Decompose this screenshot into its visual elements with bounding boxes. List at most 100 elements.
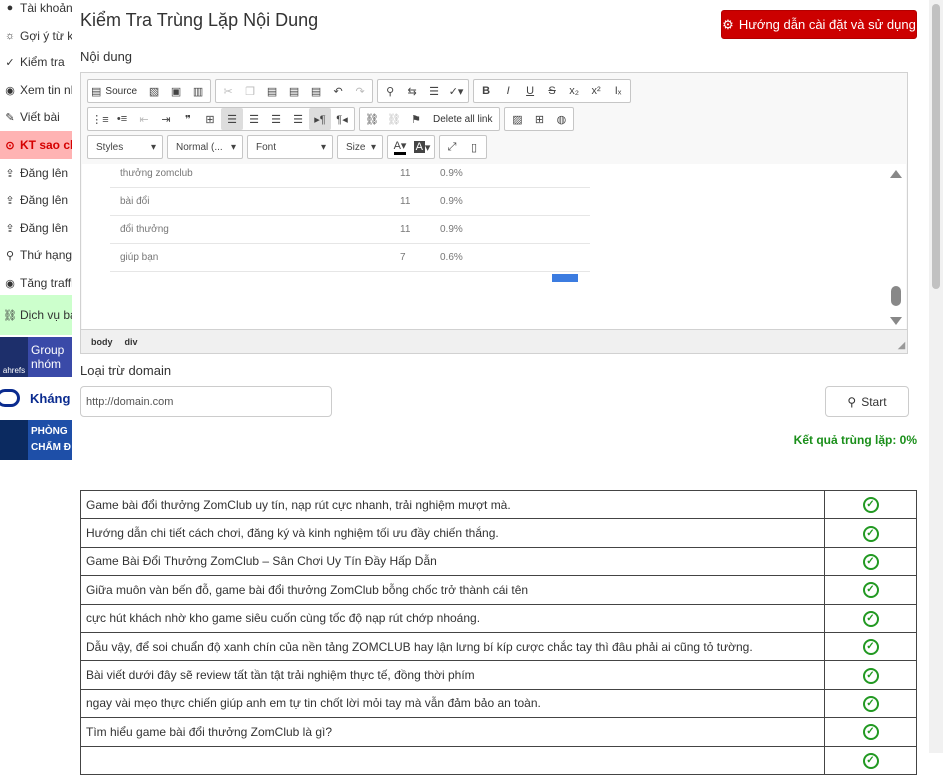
bg-color-icon: A bbox=[413, 141, 425, 153]
source-button[interactable]: ▤ Source bbox=[89, 80, 143, 102]
editor-content-area[interactable]: thưởng zomclub 11 0.9% bài đổi 11 0.9% đổi t… bbox=[82, 164, 906, 330]
align-left-button[interactable]: ☰ bbox=[221, 108, 243, 130]
scroll-down-icon[interactable] bbox=[890, 317, 902, 325]
template-button[interactable]: ▥ bbox=[187, 80, 209, 102]
cut-button[interactable]: ✂ bbox=[217, 80, 239, 102]
justify-button[interactable]: ☰ bbox=[287, 108, 309, 130]
select-all-button[interactable]: ☰ bbox=[423, 80, 445, 102]
unlink-button[interactable]: ⛓ bbox=[383, 108, 405, 130]
italic-button[interactable]: I bbox=[497, 80, 519, 102]
sidebar-item-backlink-service[interactable]: ⛓Dịch vụ backlink bbox=[0, 295, 72, 335]
rtl-button[interactable]: ¶◂ bbox=[331, 108, 353, 130]
sidebar-item-ranking[interactable]: ⚲ Thứ hạng bbox=[0, 241, 72, 269]
page-scrollbar[interactable] bbox=[929, 0, 943, 753]
path-body[interactable]: body bbox=[91, 337, 113, 347]
font-select[interactable]: Font ▾ bbox=[247, 135, 333, 159]
underline-button[interactable]: U bbox=[519, 80, 541, 102]
select-all-icon: ☰ bbox=[429, 85, 440, 98]
editor-scrollbar[interactable] bbox=[886, 164, 906, 330]
blue-bar bbox=[552, 274, 578, 282]
sidebar-item-upload-2[interactable]: ⇪ Đăng lên bbox=[0, 186, 72, 214]
sidebar: ●Tài khoản ☼Gợi ý từ khóa ✓Kiểm tra ◉Xem… bbox=[0, 0, 72, 753]
undo-icon: ↶ bbox=[333, 85, 343, 98]
table-button[interactable]: ⊞ bbox=[528, 108, 550, 130]
sentence-cell: Game Bài Đổi Thưởng ZomClub – Sân Chơi U… bbox=[80, 546, 825, 577]
toolbar-group-find: ⚲ ⇆ ☰ ✓▾ bbox=[377, 79, 470, 103]
align-center-button[interactable]: ☰ bbox=[243, 108, 265, 130]
check-circle-icon: ✓ bbox=[862, 582, 879, 599]
anchor-button[interactable]: ⚑ bbox=[405, 108, 427, 130]
domain-input[interactable] bbox=[80, 386, 332, 417]
sentence-cell: Bài viết dưới đây sẽ review tất tần tật … bbox=[80, 660, 825, 690]
path-div[interactable]: div bbox=[125, 337, 138, 347]
undo-button[interactable]: ↶ bbox=[327, 80, 349, 102]
preview-button[interactable]: ▧ bbox=[143, 80, 165, 102]
ltr-button[interactable]: ▸¶ bbox=[309, 108, 331, 130]
sidebar-item-keyword-suggest[interactable]: ☼Gợi ý từ khóa bbox=[0, 22, 72, 50]
image-button[interactable]: ▨ bbox=[506, 108, 528, 130]
sidebar-item-messages[interactable]: ◉Xem tin nhắn bbox=[0, 76, 72, 104]
upload-icon: ⇪ bbox=[5, 194, 15, 207]
size-select[interactable]: Size ▾ bbox=[337, 135, 383, 159]
blockquote-button[interactable]: ❞ bbox=[177, 108, 199, 130]
bold-button[interactable]: B bbox=[475, 80, 497, 102]
sidebar-item-check[interactable]: ✓ Kiểm tra bbox=[0, 48, 72, 76]
strike-button[interactable]: S bbox=[541, 80, 563, 102]
resize-handle-icon[interactable]: ◢ bbox=[898, 340, 905, 351]
find-button[interactable]: ⚲ bbox=[379, 80, 401, 102]
template-icon: ▥ bbox=[192, 85, 204, 98]
print-button[interactable]: ▣ bbox=[165, 80, 187, 102]
paste-word-button[interactable]: ▤ bbox=[305, 80, 327, 102]
styles-select[interactable]: Styles ▾ bbox=[87, 135, 163, 159]
align-right-icon: ☰ bbox=[271, 113, 281, 126]
sidebar-item-traffic[interactable]: ◉Tăng traffic bbox=[0, 269, 72, 297]
status-cell: ✓ bbox=[824, 575, 917, 605]
align-right-button[interactable]: ☰ bbox=[265, 108, 287, 130]
format-select[interactable]: Normal (... ▾ bbox=[167, 135, 243, 159]
div-button[interactable]: ⊞ bbox=[199, 108, 221, 130]
maximize-button[interactable]: ⤢ bbox=[441, 136, 463, 158]
outdent-button[interactable]: ⇤ bbox=[133, 108, 155, 130]
copy-button[interactable]: ❐ bbox=[239, 80, 261, 102]
scroll-up-icon[interactable] bbox=[890, 170, 902, 178]
sidebar-item-upload-3[interactable]: ⇪ Đăng lên bbox=[0, 214, 72, 242]
iframe-button[interactable]: ◍ bbox=[550, 108, 572, 130]
table-row: Giữa muôn vàn bến đỗ, game bài đổi thưởn… bbox=[80, 575, 917, 605]
search-icon: ⚲ bbox=[386, 85, 395, 98]
status-cell: ✓ bbox=[824, 489, 917, 520]
banner-phong[interactable]: PHÒNG CHẤM Đ bbox=[0, 420, 72, 460]
remove-format-button[interactable]: Iₓ bbox=[607, 80, 629, 102]
table-icon: ⊞ bbox=[534, 113, 545, 126]
banner-logo-icon bbox=[0, 389, 20, 407]
sidebar-item-write[interactable]: ✎ Viết bài bbox=[0, 103, 72, 131]
text-color-button[interactable]: A▾ bbox=[389, 136, 411, 158]
spellcheck-button[interactable]: ✓▾ bbox=[445, 80, 467, 102]
sentence-cell: Giữa muôn vàn bến đỗ, game bài đổi thưởn… bbox=[80, 575, 825, 605]
indent-button[interactable]: ⇥ bbox=[155, 108, 177, 130]
scroll-thumb[interactable] bbox=[891, 286, 901, 306]
check-circle-icon: ✓ bbox=[862, 695, 879, 712]
sidebar-item-upload-1[interactable]: ⇪ Đăng lên bbox=[0, 159, 72, 187]
redo-button[interactable]: ↷ bbox=[349, 80, 371, 102]
subscript-button[interactable]: x₂ bbox=[563, 80, 585, 102]
bulleted-list-button[interactable]: •≡ bbox=[111, 108, 133, 130]
delete-all-link-button[interactable]: Delete all link bbox=[427, 108, 498, 130]
replace-button[interactable]: ⇆ bbox=[401, 80, 423, 102]
link-button[interactable]: ⛓ bbox=[361, 108, 383, 130]
start-button[interactable]: ⚲ Start bbox=[825, 386, 909, 417]
show-blocks-button[interactable]: ▯ bbox=[463, 136, 485, 158]
page-scroll-thumb[interactable] bbox=[932, 4, 940, 289]
paste-text-button[interactable]: ▤ bbox=[283, 80, 305, 102]
superscript-button[interactable]: x² bbox=[585, 80, 607, 102]
bg-color-button[interactable]: A ▾ bbox=[411, 136, 433, 158]
paste-word-icon: ▤ bbox=[310, 85, 322, 98]
numbered-list-button[interactable]: ⋮≡ bbox=[89, 108, 111, 130]
paste-button[interactable]: ▤ bbox=[261, 80, 283, 102]
sidebar-item-copy-check[interactable]: ⊙KT sao chép bbox=[0, 131, 72, 159]
guide-button[interactable]: ⚙ Hướng dẫn cài đặt và sử dụng bbox=[721, 10, 917, 39]
banner-khang[interactable]: Kháng bbox=[0, 378, 72, 418]
toolbar-group-insert: ▨ ⊞ ◍ bbox=[504, 107, 575, 131]
sidebar-item-account[interactable]: ● Tài khoản bbox=[0, 0, 72, 22]
toolbar-row-3: Styles ▾ Normal (... ▾ Font ▾ Size ▾ A▾ A ▾ ⤢… bbox=[87, 135, 487, 159]
banner-group[interactable]: ahrefs Group nhóm bbox=[0, 337, 72, 377]
